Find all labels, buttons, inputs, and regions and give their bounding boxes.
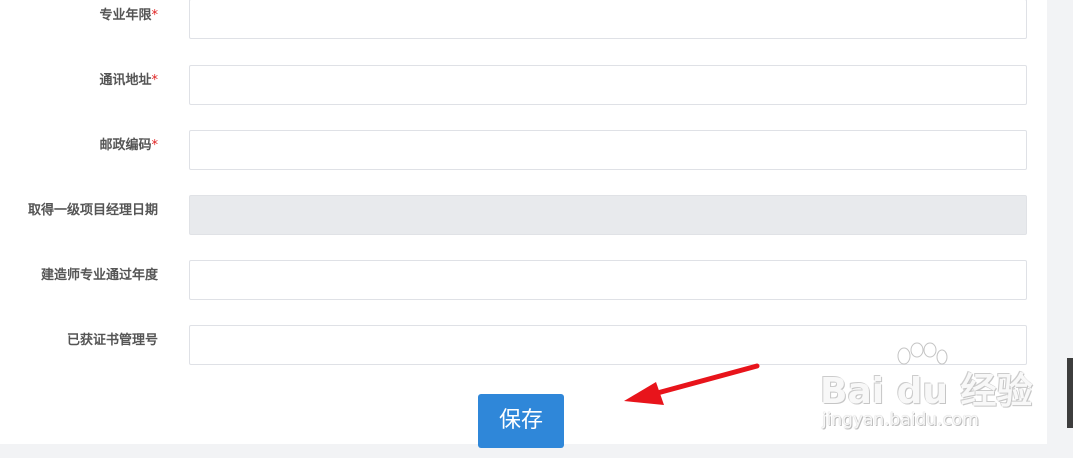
constructor-year-label: 建造师专业通过年度 bbox=[40, 268, 158, 283]
form-row-pm-date: 取得一级项目经理日期 bbox=[0, 195, 1047, 235]
postal-code-label: 邮政编码* bbox=[99, 138, 159, 153]
arrow-shaft bbox=[647, 363, 760, 398]
watermark-brand-text: Bai du 经验 bbox=[820, 371, 1033, 412]
mailing-address-label: 通讯地址* bbox=[99, 73, 159, 88]
required-asterisk: * bbox=[151, 8, 159, 23]
watermark-url-text: jingyan.baidu.com bbox=[822, 410, 979, 430]
postal-code-input[interactable] bbox=[189, 130, 1027, 170]
save-button[interactable]: 保存 bbox=[478, 394, 564, 448]
professional-years-label: 专业年限* bbox=[99, 8, 159, 23]
form-row-professional-years: 专业年限* bbox=[0, 0, 1047, 40]
mailing-address-input[interactable] bbox=[189, 65, 1027, 105]
form-row-constructor-year: 建造师专业通过年度 bbox=[0, 260, 1047, 300]
red-pointer-arrow-icon bbox=[624, 363, 760, 405]
professional-years-input[interactable] bbox=[189, 0, 1027, 39]
form-row-mailing-address: 通讯地址* bbox=[0, 65, 1047, 105]
pm-date-input bbox=[189, 195, 1027, 235]
required-asterisk: * bbox=[151, 138, 159, 153]
constructor-year-input[interactable] bbox=[189, 260, 1027, 300]
pm-date-label: 取得一级项目经理日期 bbox=[27, 203, 158, 218]
form-row-postal-code: 邮政编码* bbox=[0, 130, 1047, 170]
certificate-number-label: 已获证书管理号 bbox=[66, 333, 158, 348]
scrollbar-thumb[interactable] bbox=[1067, 358, 1073, 428]
required-asterisk: * bbox=[151, 73, 159, 88]
arrow-head bbox=[624, 382, 664, 405]
baidu-jingyan-watermark: Bai du 经验 jingyan.baidu.com bbox=[820, 342, 1033, 437]
